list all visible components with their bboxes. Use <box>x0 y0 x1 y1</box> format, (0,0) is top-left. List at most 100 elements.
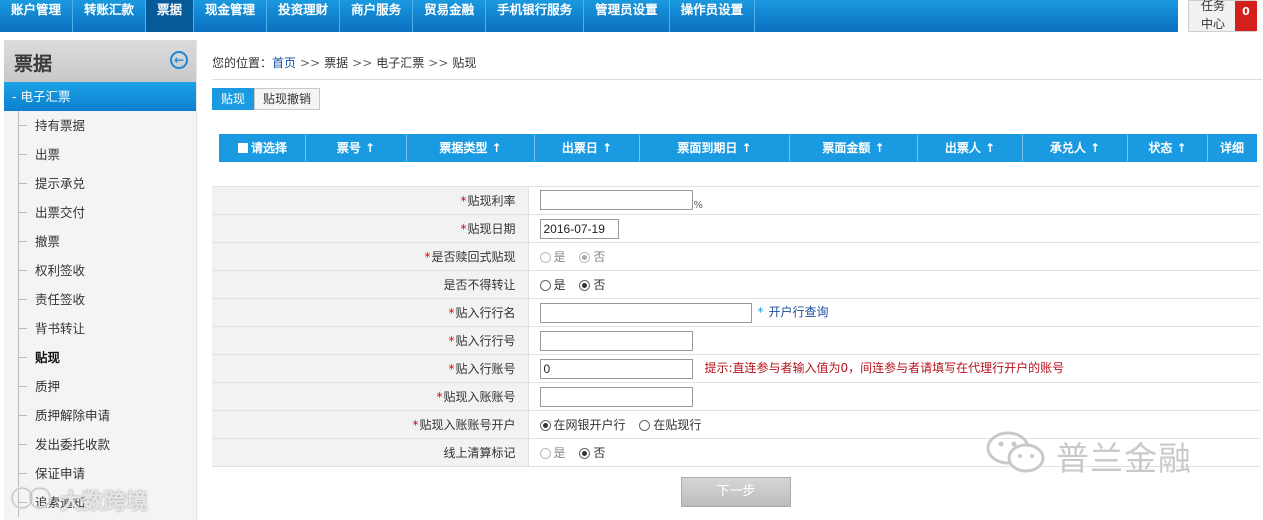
collapse-arrow-icon[interactable]: ← <box>170 51 188 69</box>
sidebar-item-pledge-release[interactable]: 质押解除申请 <box>4 401 196 430</box>
sidebar-group-e-draft[interactable]: - 电子汇票 <box>4 82 196 111</box>
date-label: *贴现日期 <box>212 214 529 243</box>
label-text: 贴现日期 <box>467 222 516 236</box>
option-label: 是 <box>553 446 566 460</box>
label-text: 贴入行账号 <box>455 362 516 376</box>
column-amount[interactable]: 票面金额 ↑ <box>790 135 918 161</box>
nav-item-cash[interactable]: 现金管理 <box>194 0 268 32</box>
online-clearing-label: 线上清算标记 <box>212 438 529 467</box>
nav-item-admin[interactable]: 管理员设置 <box>584 0 670 32</box>
redeem-yes-radio <box>539 252 551 263</box>
required-mark: * <box>412 418 419 432</box>
form-row-date: *贴现日期 2016-07-19 <box>212 214 1260 243</box>
column-detail: 详细 <box>1219 141 1244 155</box>
nav-item-invest[interactable]: 投资理财 <box>267 0 341 32</box>
form-row-bank-account: *贴入行账号 0 提示:直连参与者输入值为0，间连参与者请填写在代理行开户的账号 <box>212 354 1260 383</box>
required-mark: * <box>436 390 443 404</box>
bank-lookup-link[interactable]: * 开户行查询 <box>758 305 829 319</box>
bank-name-input[interactable] <box>539 302 752 323</box>
label-text: 线上清算标记 <box>443 446 516 460</box>
label-text: 贴现利率 <box>467 194 516 208</box>
no-transfer-no-radio[interactable] <box>579 280 591 291</box>
wechat-logo-icon <box>986 431 1045 473</box>
column-select-all[interactable]: 请选择 <box>220 135 306 161</box>
column-label: 请选择 <box>250 141 287 155</box>
watermark-right: 普兰金融 <box>984 428 1224 478</box>
label-text: 贴入行行名 <box>455 306 516 320</box>
column-drawer[interactable]: 出票人 ↑ <box>918 135 1023 161</box>
next-step-button[interactable]: 下一步 <box>681 477 791 507</box>
rate-input[interactable] <box>539 190 693 211</box>
label-text: 是否不得转让 <box>443 278 516 292</box>
sidebar-item-discount[interactable]: 贴现 <box>4 343 196 372</box>
option-label: 否 <box>593 446 606 460</box>
bank-account-input[interactable]: 0 <box>539 358 693 379</box>
form-row-no-transfer: 是否不得转让 是 否 <box>212 270 1260 299</box>
sidebar-item-pledge[interactable]: 质押 <box>4 372 196 401</box>
task-count-badge: 0 <box>1235 1 1257 31</box>
breadcrumb-level1: 票据 <box>324 56 349 70</box>
tab-discount[interactable]: 贴现 <box>212 88 255 110</box>
nav-item-trade[interactable]: 贸易金融 <box>413 0 487 32</box>
no-transfer-yes-radio[interactable] <box>539 280 551 291</box>
top-nav: 账户管理 转账汇款 票据 现金管理 投资理财 商户服务 贸易金融 手机银行服务 … <box>0 0 1178 32</box>
no-transfer-label: 是否不得转让 <box>212 270 529 299</box>
nav-item-mobile[interactable]: 手机银行服务 <box>486 0 585 32</box>
bill-grid-header: 请选择 票号 ↑ 票据类型 ↑ 出票日 ↑ 票面到期日 ↑ 票面金额 ↑ 出票人… <box>219 134 1257 162</box>
column-status[interactable]: 状态 ↑ <box>1128 135 1208 161</box>
required-mark: * <box>460 222 467 236</box>
sidebar-item-right-sign[interactable]: 权利签收 <box>4 256 196 285</box>
required-mark: * <box>448 306 455 320</box>
breadcrumb-home-link[interactable]: 首页 <box>272 56 296 70</box>
required-mark: * <box>448 334 455 348</box>
option-label: 在贴现行 <box>653 418 702 432</box>
clearing-yes-radio <box>539 448 551 459</box>
sidebar-item-acceptance[interactable]: 提示承兑 <box>4 169 196 198</box>
in-account-bank-label: *贴现入账账号开户 <box>212 410 529 439</box>
online-bank-radio[interactable] <box>539 420 551 431</box>
required-mark: * <box>424 250 431 264</box>
tab-discount-cancel[interactable]: 贴现撤销 <box>254 88 321 110</box>
breadcrumb-sep: >> <box>352 56 373 70</box>
discount-bank-radio[interactable] <box>639 420 651 431</box>
sidebar-item-endorse[interactable]: 背书转让 <box>4 314 196 343</box>
date-input[interactable]: 2016-07-19 <box>539 218 619 239</box>
sidebar-item-collection[interactable]: 发出委托收款 <box>4 430 196 459</box>
option-label: 是 <box>553 278 566 292</box>
sidebar-item-delivery[interactable]: 出票交付 <box>4 198 196 227</box>
divider <box>212 79 1262 80</box>
nav-item-bills[interactable]: 票据 <box>146 0 195 32</box>
task-center-button[interactable]: 任务中心 0 <box>1188 0 1257 32</box>
bank-account-cell: 0 提示:直连参与者输入值为0，间连参与者请填写在代理行开户的账号 <box>528 354 1260 383</box>
breadcrumb-current: 贴现 <box>452 56 477 70</box>
percent-unit: % <box>693 199 704 211</box>
date-cell: 2016-07-19 <box>528 214 1260 243</box>
option-label: 在网银开户行 <box>553 418 626 432</box>
label-text: 贴入行行号 <box>455 334 516 348</box>
column-issue-date[interactable]: 出票日 ↑ <box>535 135 640 161</box>
column-bill-no[interactable]: 票号 ↑ <box>306 135 407 161</box>
nav-item-merchant[interactable]: 商户服务 <box>340 0 414 32</box>
column-due-date[interactable]: 票面到期日 ↑ <box>640 135 790 161</box>
column-bill-type[interactable]: 票据类型 ↑ <box>407 135 535 161</box>
nav-item-operator[interactable]: 操作员设置 <box>670 0 756 32</box>
bank-no-cell <box>528 326 1260 355</box>
watermark-left: 大数跨境 <box>8 480 178 516</box>
sidebar-item-held[interactable]: 持有票据 <box>4 111 196 140</box>
form-row-rate: *贴现利率 % <box>212 186 1260 215</box>
label-text: 贴现入账账号开户 <box>419 418 516 432</box>
option-label: 否 <box>593 250 606 264</box>
bank-account-label: *贴入行账号 <box>212 354 529 383</box>
clearing-no-radio[interactable] <box>579 448 591 459</box>
discount-form: *贴现利率 % *贴现日期 2016-07-19 *是否赎回式贴现 是 否 是否… <box>212 186 1260 467</box>
sidebar-item-duty-sign[interactable]: 责任签收 <box>4 285 196 314</box>
column-acceptor[interactable]: 承兑人 ↑ <box>1023 135 1128 161</box>
bank-no-label: *贴入行行号 <box>212 326 529 355</box>
required-mark: * <box>448 362 455 376</box>
in-account-input[interactable] <box>539 386 693 407</box>
sidebar-item-issue[interactable]: 出票 <box>4 140 196 169</box>
sidebar-item-withdraw[interactable]: 撤票 <box>4 227 196 256</box>
bank-no-input[interactable] <box>539 330 693 351</box>
nav-item-account[interactable]: 账户管理 <box>0 0 74 32</box>
nav-item-transfer[interactable]: 转账汇款 <box>73 0 147 32</box>
